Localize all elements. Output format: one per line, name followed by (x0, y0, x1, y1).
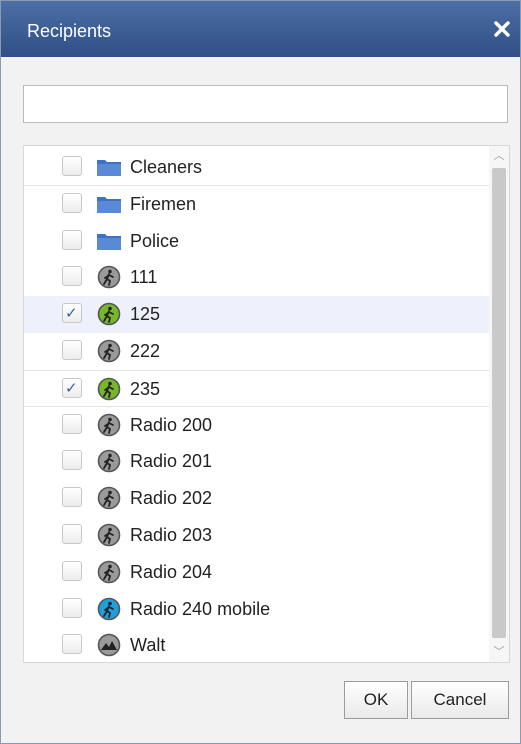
recipient-checkbox[interactable] (62, 487, 82, 508)
recipient-label: Radio 204 (130, 561, 213, 582)
recipient-label: Firemen (130, 193, 197, 214)
radio-user-icon (96, 523, 122, 547)
radio-user-icon (96, 597, 122, 621)
radio-user-icon (96, 413, 122, 437)
chevron-down-icon: ﹀ (493, 645, 505, 658)
recipients-list-items: Cleaners Firemen Police 111 ✓ 125 222 ✓ 235 Radio… (24, 149, 490, 662)
scroll-down-button[interactable]: ﹀ (489, 642, 509, 662)
recipients-list[interactable]: Cleaners Firemen Police 111 ✓ 125 222 ✓ 235 Radio… (23, 145, 510, 663)
recipient-label: 222 (130, 340, 161, 361)
recipient-checkbox[interactable] (62, 156, 82, 176)
list-item[interactable]: Firemen (24, 186, 490, 223)
radio-user-icon (96, 377, 122, 401)
checkmark-icon: ✓ (65, 378, 78, 397)
list-item[interactable]: Walt (24, 627, 490, 662)
recipient-checkbox[interactable] (62, 339, 82, 360)
recipient-checkbox[interactable] (62, 560, 82, 581)
checkmark-icon: ✓ (65, 304, 78, 323)
folder-icon (96, 229, 122, 253)
radio-user-icon (96, 486, 122, 510)
recipient-label: 125 (130, 304, 161, 325)
list-item[interactable]: ✓ 235 (24, 369, 490, 407)
recipients-dialog: Recipients Cleaners Firemen Police 111 ✓ 125 2… (0, 0, 521, 744)
recipient-label: 235 (130, 378, 161, 399)
list-scrollbar[interactable]: ︿ ﹀ (489, 146, 509, 662)
recipient-label: Walt (130, 635, 166, 656)
list-item[interactable]: Police (24, 223, 490, 260)
list-item[interactable]: Radio 204 (24, 554, 490, 591)
radio-user-icon (96, 560, 122, 584)
list-item[interactable]: Radio 200 (24, 407, 490, 444)
list-item[interactable]: Radio 203 (24, 517, 490, 554)
recipient-label: Radio 201 (130, 451, 213, 472)
recipient-label: Radio 240 mobile (130, 598, 271, 619)
recipient-checkbox[interactable] (62, 229, 82, 250)
list-item[interactable]: ✓ 125 (24, 296, 490, 333)
recipient-checkbox[interactable] (62, 597, 82, 618)
radio-user-icon (96, 339, 122, 363)
recipient-label: Cleaners (130, 157, 203, 177)
recipient-label: Radio 200 (130, 414, 213, 435)
list-item[interactable]: Cleaners (24, 149, 490, 186)
ok-button[interactable]: OK (344, 681, 408, 719)
mountain-user-icon (96, 633, 122, 657)
list-item[interactable]: Radio 202 (24, 480, 490, 517)
radio-user-icon (96, 302, 122, 326)
recipient-checkbox[interactable]: ✓ (62, 377, 82, 398)
radio-user-icon (96, 449, 122, 473)
recipient-label: Radio 202 (130, 488, 213, 509)
chevron-up-icon: ︿ (493, 149, 505, 162)
list-item[interactable]: 222 (24, 333, 490, 370)
recipient-label: Radio 203 (130, 524, 213, 545)
recipient-checkbox[interactable] (62, 634, 82, 655)
search-input[interactable] (23, 85, 508, 123)
dialog-titlebar[interactable]: Recipients (1, 1, 520, 57)
recipient-checkbox[interactable] (62, 450, 82, 471)
recipient-checkbox[interactable] (62, 523, 82, 544)
list-item[interactable]: 111 (24, 259, 490, 296)
scroll-thumb[interactable] (492, 168, 506, 638)
folder-icon (96, 155, 122, 179)
dialog-title: Recipients (27, 21, 112, 41)
recipient-checkbox[interactable]: ✓ (62, 303, 82, 324)
recipient-label: 111 (130, 267, 158, 288)
recipient-checkbox[interactable] (62, 413, 82, 434)
recipient-checkbox[interactable] (62, 266, 82, 287)
folder-icon (96, 192, 122, 216)
recipient-label: Police (130, 230, 180, 251)
scroll-up-button[interactable]: ︿ (489, 146, 509, 166)
list-item[interactable]: Radio 201 (24, 443, 490, 480)
recipient-checkbox[interactable] (62, 192, 82, 213)
radio-user-icon (96, 265, 122, 289)
cancel-button[interactable]: Cancel (411, 681, 509, 719)
list-item[interactable]: Radio 240 mobile (24, 591, 490, 628)
close-icon (494, 21, 510, 37)
close-button[interactable] (492, 19, 512, 39)
